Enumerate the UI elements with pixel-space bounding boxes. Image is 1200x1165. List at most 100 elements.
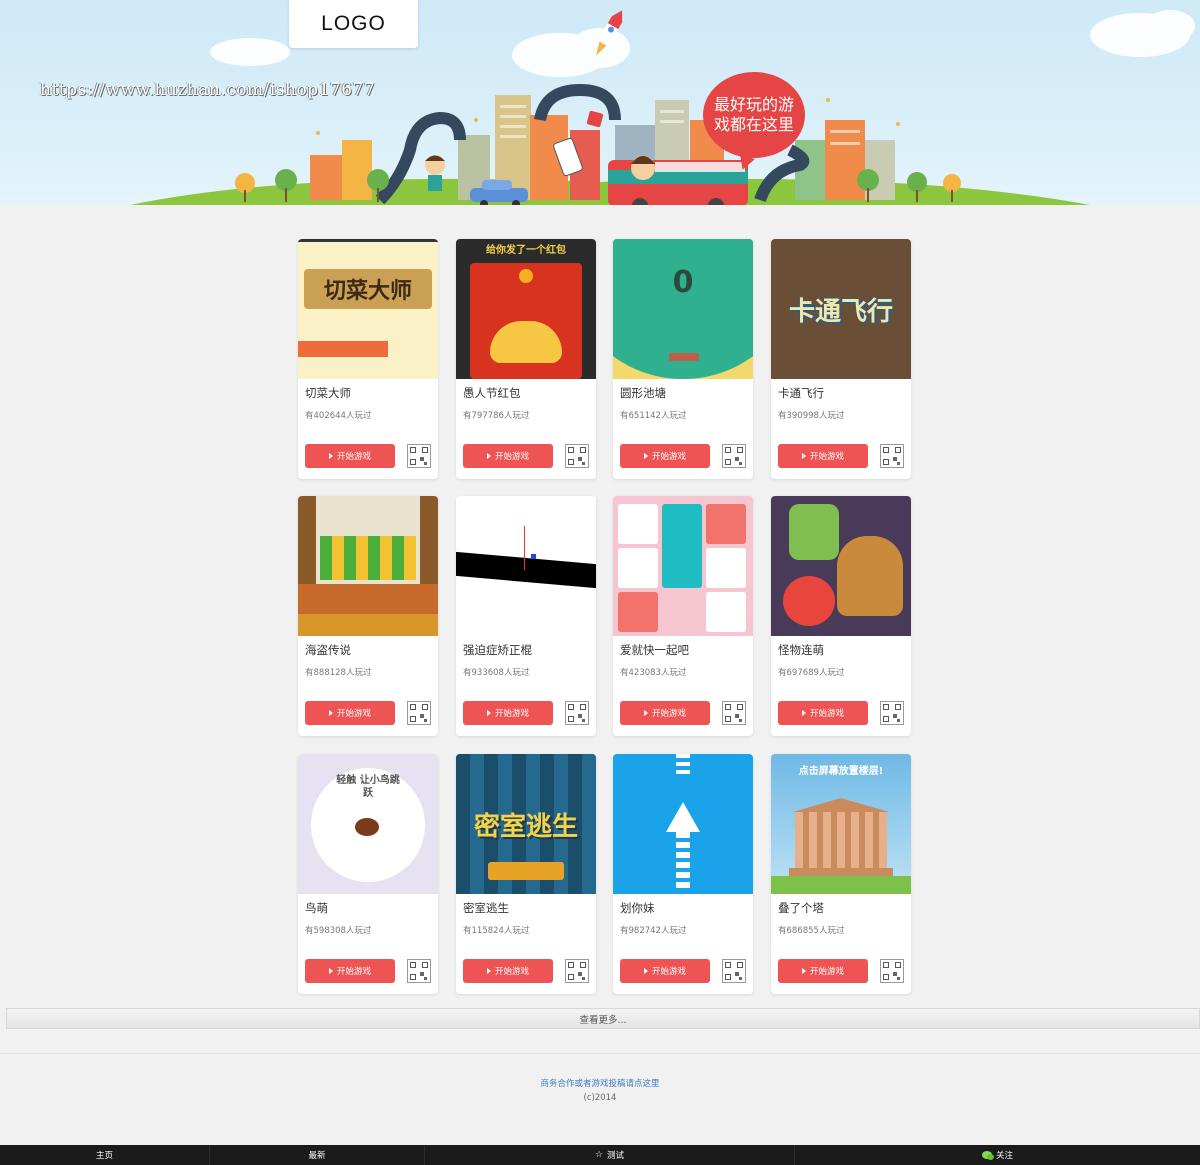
game-card[interactable]: 点击屏幕放置楼层! 叠了个塔 有686855人玩过 开始游戏 (771, 754, 911, 994)
start-game-button[interactable]: 开始游戏 (778, 444, 868, 468)
game-card[interactable]: 爱就快一起吧 有423083人玩过 开始游戏 (613, 496, 753, 736)
game-title[interactable]: 圆形池塘 (620, 385, 666, 401)
game-thumbnail[interactable]: 0 (613, 239, 753, 379)
game-thumbnail[interactable]: 密室逃生 (456, 754, 596, 894)
qr-code-icon[interactable] (565, 959, 589, 983)
game-thumbnail[interactable] (613, 754, 753, 894)
thumb-title: 密室逃生 (473, 811, 578, 842)
nav-follow[interactable]: 关注 (795, 1145, 1200, 1165)
qr-code-icon[interactable] (565, 444, 589, 468)
wechat-icon (981, 1151, 994, 1160)
game-card[interactable]: 划你妹 有982742人玩过 开始游戏 (613, 754, 753, 994)
start-game-button[interactable]: 开始游戏 (620, 444, 710, 468)
game-thumbnail[interactable]: 给你发了一个红包 (456, 239, 596, 379)
thumb-title: 点击屏幕放置楼层! (798, 766, 884, 777)
play-icon (486, 968, 491, 974)
game-title[interactable]: 海盗传说 (305, 642, 351, 658)
game-card[interactable]: 0 圆形池塘 有651142人玩过 开始游戏 (613, 239, 753, 479)
load-more-button[interactable]: 查看更多... (6, 1008, 1200, 1029)
thumb-title: 轻触 让小鸟跳跃 (336, 775, 400, 799)
start-game-button[interactable]: 开始游戏 (463, 959, 553, 983)
game-title[interactable]: 鸟萌 (305, 900, 328, 916)
start-game-button[interactable]: 开始游戏 (463, 701, 553, 725)
play-count: 有888128人玩过 (305, 668, 372, 678)
play-count: 有390998人玩过 (778, 411, 845, 421)
play-icon (643, 710, 648, 716)
star-icon: ☆ (594, 1150, 604, 1160)
game-card[interactable]: 怪物连萌 有697689人玩过 开始游戏 (771, 496, 911, 736)
qr-code-icon[interactable] (722, 444, 746, 468)
game-title[interactable]: 怪物连萌 (778, 642, 824, 658)
start-game-button[interactable]: 开始游戏 (463, 444, 553, 468)
play-icon (486, 710, 491, 716)
game-title[interactable]: 爱就快一起吧 (620, 642, 689, 658)
start-game-button[interactable]: 开始游戏 (620, 959, 710, 983)
qr-code-icon[interactable] (880, 701, 904, 725)
logo[interactable]: LOGO (289, 0, 418, 48)
play-count: 有598308人玩过 (305, 926, 372, 936)
start-game-button[interactable]: 开始游戏 (778, 701, 868, 725)
start-game-button[interactable]: 开始游戏 (305, 444, 395, 468)
game-thumbnail[interactable]: 点击屏幕放置楼层! (771, 754, 911, 894)
play-icon (328, 453, 333, 459)
bottom-nav: 主页 最新 ☆ 测试 关注 (0, 1145, 1200, 1165)
game-card[interactable]: 给你发了一个红包 愚人节红包 有797786人玩过 开始游戏 (456, 239, 596, 479)
game-thumbnail[interactable]: 卡通飞行 (771, 239, 911, 379)
play-count: 有651142人玩过 (620, 411, 687, 421)
start-game-button[interactable]: 开始游戏 (620, 701, 710, 725)
start-game-button[interactable]: 开始游戏 (305, 959, 395, 983)
copyright-text: (c)2014 (583, 1093, 617, 1103)
game-thumbnail[interactable]: 轻触 让小鸟跳跃 (298, 754, 438, 894)
nav-test[interactable]: ☆ 测试 (425, 1145, 795, 1165)
play-icon (801, 453, 806, 459)
nav-home[interactable]: 主页 (0, 1145, 210, 1165)
game-thumbnail[interactable] (613, 496, 753, 636)
thumb-title: 0 (672, 265, 694, 300)
game-title[interactable]: 卡通飞行 (778, 385, 824, 401)
play-count: 有686855人玩过 (778, 926, 845, 936)
watermark-text: https://www.huzhan.com/ishop17677 (40, 80, 376, 100)
slogan-bubble: 最好玩的游戏都在这里 (703, 72, 805, 158)
qr-code-icon[interactable] (407, 701, 431, 725)
game-thumbnail[interactable] (771, 496, 911, 636)
game-card[interactable]: 海盗传说 有888128人玩过 开始游戏 (298, 496, 438, 736)
nav-latest[interactable]: 最新 (210, 1145, 425, 1165)
game-title[interactable]: 强迫症矫正棍 (463, 642, 532, 658)
qr-code-icon[interactable] (880, 444, 904, 468)
game-title[interactable]: 切菜大师 (305, 385, 351, 401)
start-game-button[interactable]: 开始游戏 (778, 959, 868, 983)
game-card[interactable]: 强迫症矫正棍 有933608人玩过 开始游戏 (456, 496, 596, 736)
play-icon (801, 710, 806, 716)
game-title[interactable]: 密室逃生 (463, 900, 509, 916)
game-card[interactable]: 轻触 让小鸟跳跃 鸟萌 有598308人玩过 开始游戏 (298, 754, 438, 994)
game-thumbnail[interactable]: 切菜大师 (298, 239, 438, 379)
start-game-button[interactable]: 开始游戏 (305, 701, 395, 725)
game-title[interactable]: 划你妹 (620, 900, 655, 916)
play-count: 有423083人玩过 (620, 668, 687, 678)
thumb-title: 给你发了一个红包 (486, 245, 566, 256)
thumb-title: 卡通飞行 (788, 296, 893, 327)
game-card[interactable]: 卡通飞行 卡通飞行 有390998人玩过 开始游戏 (771, 239, 911, 479)
qr-code-icon[interactable] (565, 701, 589, 725)
qr-code-icon[interactable] (407, 959, 431, 983)
play-icon (328, 968, 333, 974)
play-icon (643, 453, 648, 459)
game-thumbnail[interactable] (456, 496, 596, 636)
thumb-title: 切菜大师 (323, 279, 412, 304)
play-icon (801, 968, 806, 974)
game-title[interactable]: 叠了个塔 (778, 900, 824, 916)
qr-code-icon[interactable] (407, 444, 431, 468)
play-count: 有982742人玩过 (620, 926, 687, 936)
game-thumbnail[interactable] (298, 496, 438, 636)
qr-code-icon[interactable] (722, 959, 746, 983)
play-count: 有697689人玩过 (778, 668, 845, 678)
play-icon (486, 453, 491, 459)
game-card[interactable]: 密室逃生 密室逃生 有115824人玩过 开始游戏 (456, 754, 596, 994)
city-illustration (130, 10, 1195, 205)
game-title[interactable]: 愚人节红包 (463, 385, 521, 401)
business-contact-link[interactable]: 商务合作或者游戏投稿请点这里 (0, 1077, 1200, 1089)
game-card[interactable]: 切菜大师 切菜大师 有402644人玩过 开始游戏 (298, 239, 438, 479)
qr-code-icon[interactable] (880, 959, 904, 983)
play-count: 有933608人玩过 (463, 668, 530, 678)
qr-code-icon[interactable] (722, 701, 746, 725)
